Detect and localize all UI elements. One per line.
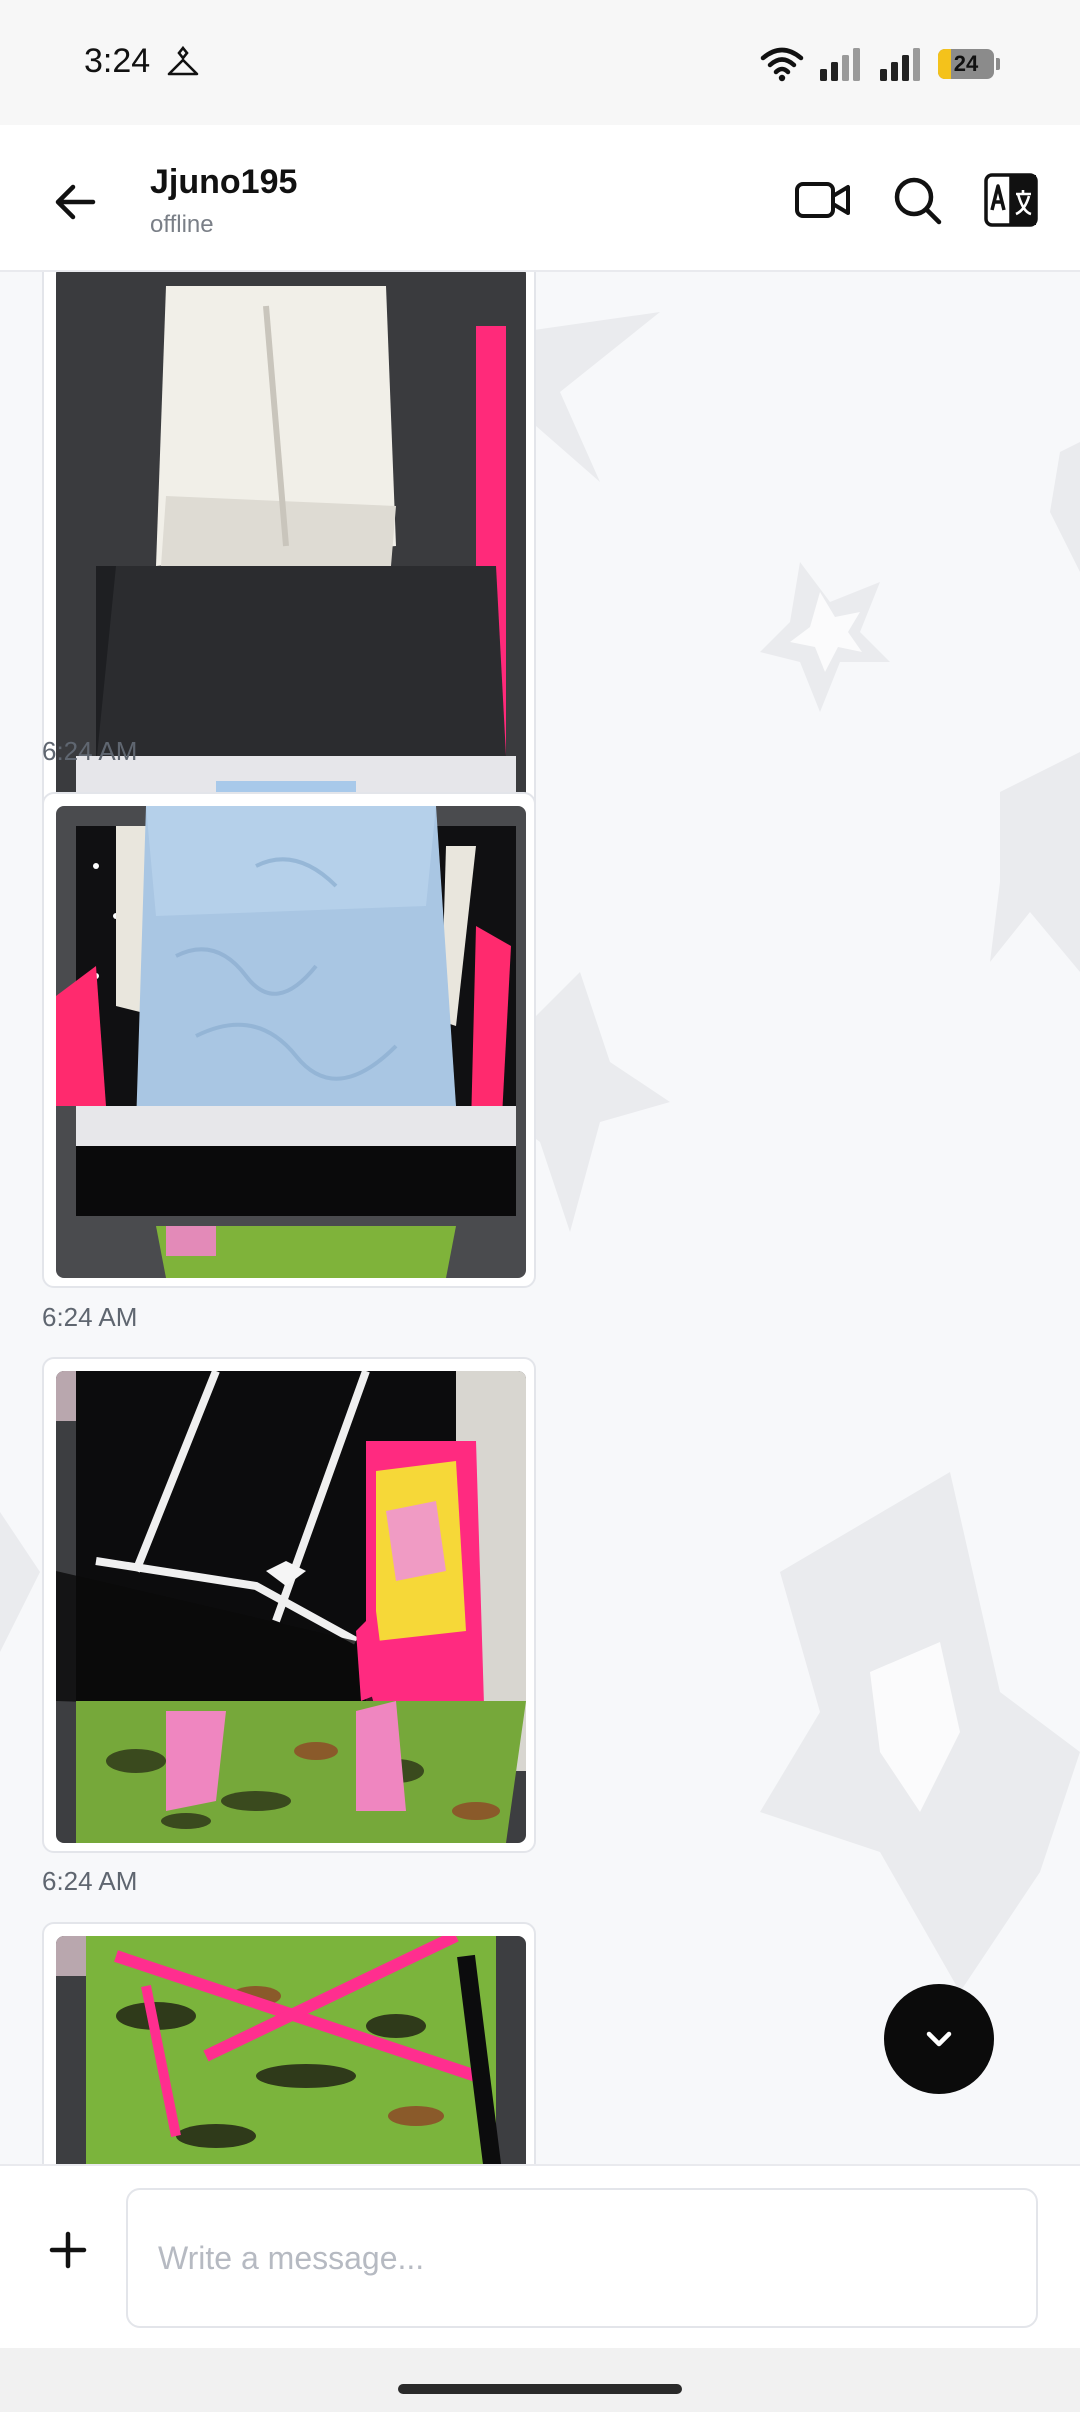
clothing-photo-2[interactable] <box>56 806 526 1278</box>
clothing-photo-2-image <box>56 806 526 1278</box>
message-time: 6:24 AM <box>42 1302 138 1332</box>
chevron-down-icon <box>926 2031 952 2047</box>
status-bar: 3:24 24 <box>0 0 1080 125</box>
signal-icon <box>820 48 860 81</box>
home-indicator[interactable] <box>398 2384 682 2394</box>
image-message[interactable] <box>42 1357 536 1853</box>
clothing-photo-4-image <box>56 1936 526 2164</box>
translate-button[interactable] <box>976 165 1046 235</box>
signal-icon-2 <box>880 48 920 81</box>
plus-icon <box>49 2231 87 2269</box>
back-arrow-icon <box>55 184 96 220</box>
battery-fill <box>938 49 952 79</box>
image-message[interactable] <box>42 1922 536 2164</box>
clothing-photo-3[interactable] <box>56 1371 526 1843</box>
video-call-icon <box>795 182 850 218</box>
add-attachment-button[interactable] <box>36 2218 100 2282</box>
system-nav-bar <box>0 2348 1080 2412</box>
chat-header: Jjuno195 offline <box>0 125 1080 272</box>
message-input[interactable] <box>126 2188 1038 2328</box>
search-icon <box>894 177 942 225</box>
back-button[interactable] <box>40 167 110 237</box>
message-time: 6:24 AM <box>42 736 138 766</box>
video-call-button[interactable] <box>788 165 858 235</box>
contact-name[interactable]: Jjuno195 <box>150 163 297 202</box>
status-time: 3:24 <box>84 42 151 80</box>
clothing-photo-3-image <box>56 1371 526 1843</box>
chat-messages[interactable]: 6:24 AM 6:24 AM 6:24 AM <box>0 272 1080 2164</box>
wifi-icon <box>760 47 804 82</box>
contact-status: offline <box>150 211 214 238</box>
battery-tip <box>996 58 1000 70</box>
scroll-to-bottom-button[interactable] <box>884 1984 994 2094</box>
image-message[interactable] <box>42 792 536 1288</box>
clothing-photo-4[interactable] <box>56 1936 526 2164</box>
message-composer <box>0 2164 1080 2350</box>
battery-icon: 24 <box>938 49 994 79</box>
translate-icon <box>984 173 1038 227</box>
battery-level: 24 <box>953 51 979 76</box>
message-time: 6:24 AM <box>42 1866 138 1896</box>
app-notification-icon <box>167 45 199 76</box>
status-icons: 24 <box>760 44 1000 84</box>
search-button[interactable] <box>882 165 952 235</box>
